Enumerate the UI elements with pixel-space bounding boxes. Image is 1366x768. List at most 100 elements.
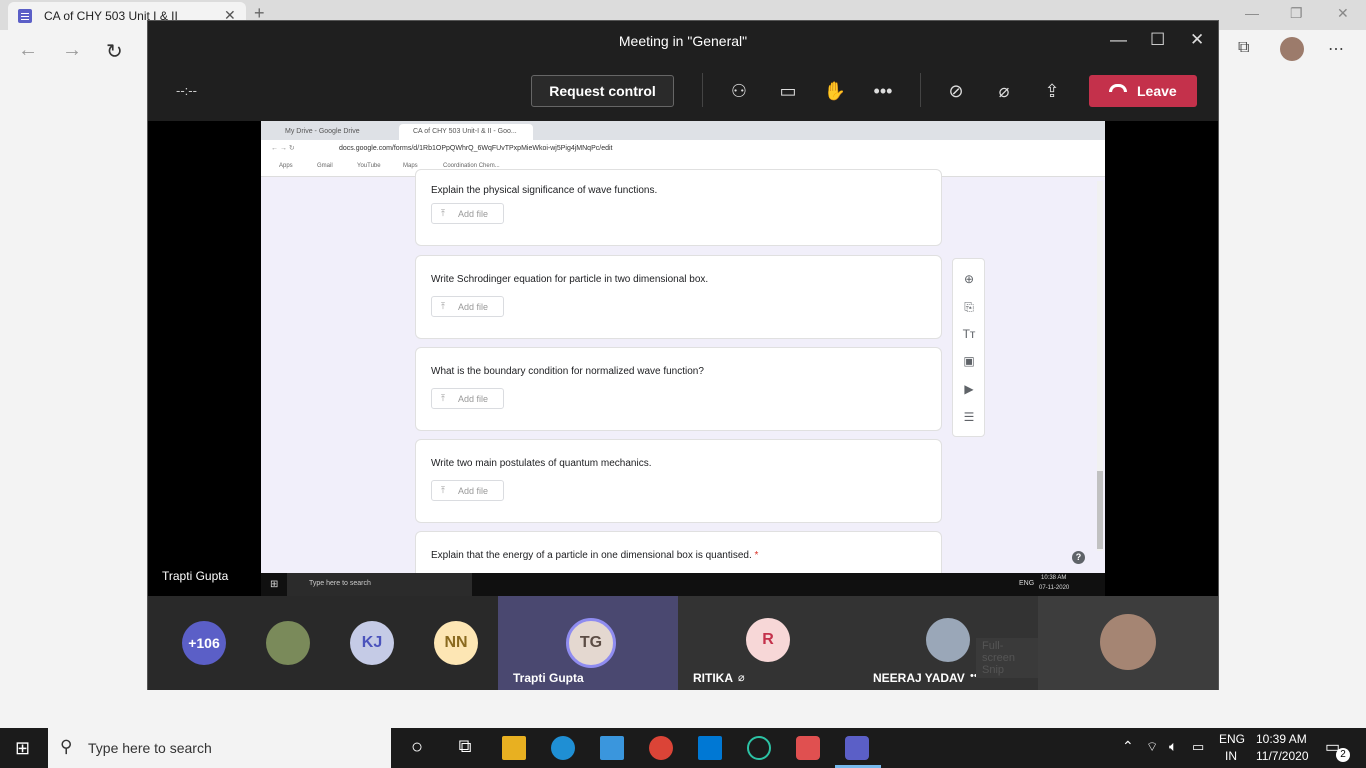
meeting-timer: --:-- xyxy=(176,83,197,98)
notification-count: 2 xyxy=(1336,748,1350,762)
question-card: What is the boundary condition for norma… xyxy=(415,347,942,431)
snip-icon[interactable] xyxy=(796,736,820,760)
store-icon[interactable] xyxy=(600,736,624,760)
shared-tab-label: CA of CHY 503 Unit-I & II - Goo... xyxy=(413,128,517,135)
minimize-icon[interactable]: — xyxy=(1110,30,1127,50)
add-video-icon: ▶ xyxy=(964,382,974,396)
question-text: Explain the physical significance of wav… xyxy=(431,185,658,196)
share-screen-icon[interactable]: ⇪ xyxy=(1040,79,1064,103)
file-explorer-icon[interactable] xyxy=(502,736,526,760)
question-card: Write two main postulates of quantum mec… xyxy=(415,439,942,523)
shared-browser-tabs: My Drive - Google Drive CA of CHY 503 Un… xyxy=(261,121,1105,140)
participant-tile-tg[interactable]: TG Trapti Gupta xyxy=(498,596,678,690)
mic-off-icon[interactable]: ⌀ xyxy=(992,79,1016,103)
participant-tile-r[interactable]: R RITIKA ⌀ xyxy=(678,596,858,690)
chrome-icon[interactable] xyxy=(649,736,673,760)
nav-arrows-icon: ← → ↻ xyxy=(271,145,295,152)
add-question-icon: ⊕ xyxy=(963,272,975,286)
presenter-name: Trapti Gupta xyxy=(162,569,229,583)
bookmark: Gmail xyxy=(317,163,333,169)
shared-scrollbar xyxy=(1097,181,1103,551)
question-text: What is the boundary condition for norma… xyxy=(431,366,704,377)
divider xyxy=(920,73,921,107)
edge-icon[interactable] xyxy=(551,736,575,760)
windows-start-icon[interactable]: ⊞ xyxy=(15,738,30,759)
chat-icon[interactable]: ▭ xyxy=(776,79,800,103)
back-icon[interactable]: ← xyxy=(18,39,38,62)
phone-icon xyxy=(1109,84,1127,92)
task-view-icon[interactable]: ⧉ xyxy=(453,736,477,760)
import-questions-icon: ⎘ xyxy=(964,300,974,314)
participant-name: RITIKA xyxy=(693,671,733,685)
participant-tile[interactable] xyxy=(1038,596,1218,690)
app-icon[interactable] xyxy=(747,736,771,760)
participants-strip: +106 KJ NN TG Trapti Gupta R RITIKA ⌀ NE… xyxy=(148,596,1218,690)
add-file-button: ⤒ Add file xyxy=(431,480,504,501)
wifi-icon[interactable]: ⌔ xyxy=(1146,739,1158,755)
add-image-icon: ▣ xyxy=(963,354,975,368)
participant-avatar-tg: TG xyxy=(566,618,616,668)
required-mark: * xyxy=(754,550,759,561)
shared-tab-drive: My Drive - Google Drive xyxy=(271,124,411,140)
windows-start-icon: ⊞ xyxy=(270,579,279,590)
bookmark: Maps xyxy=(403,163,418,169)
forward-icon[interactable]: → xyxy=(62,39,82,62)
leave-label: Leave xyxy=(1137,83,1177,99)
upload-icon: ⤒ xyxy=(441,485,445,495)
teams-icon[interactable] xyxy=(845,736,869,760)
mail-icon[interactable] xyxy=(698,736,722,760)
taskbar-lang2[interactable]: IN xyxy=(1225,749,1237,763)
question-text: Write two main postulates of quantum mec… xyxy=(431,458,652,469)
more-icon[interactable]: ⋯ xyxy=(1328,39,1344,59)
taskbar-time[interactable]: 10:39 AM xyxy=(1256,732,1307,746)
refresh-icon[interactable]: ↻ xyxy=(106,39,123,64)
close-icon[interactable]: ✕ xyxy=(1337,5,1349,22)
shared-tab-label: My Drive - Google Drive xyxy=(285,128,360,135)
close-icon[interactable]: ✕ xyxy=(1190,30,1204,50)
upload-icon: ⤒ xyxy=(441,208,445,218)
add-file-label: Add file xyxy=(458,209,489,219)
camera-off-icon[interactable]: ⊘ xyxy=(944,79,968,103)
participant-avatar-nn[interactable]: NN xyxy=(434,621,478,665)
add-file-label: Add file xyxy=(458,394,489,404)
taskbar-date[interactable]: 11/7/2020 xyxy=(1256,749,1309,763)
shared-lang: ENG xyxy=(1019,580,1035,587)
more-actions-icon[interactable]: ••• xyxy=(871,79,895,103)
volume-icon[interactable]: 🔈︎ xyxy=(1169,738,1177,755)
add-file-button: ⤒ Add file xyxy=(431,388,504,409)
taskbar-search[interactable]: ⚲ Type here to search xyxy=(48,728,391,768)
participants-icon[interactable]: ⚇ xyxy=(727,79,751,103)
overflow-participants[interactable]: +106 xyxy=(182,621,226,665)
meeting-title: Meeting in "General" xyxy=(618,33,748,49)
tray-chevron-icon[interactable]: ⌃ xyxy=(1122,738,1134,755)
mic-muted-icon: ⌀ xyxy=(738,672,745,684)
cortana-icon[interactable]: ○ xyxy=(405,736,429,760)
search-icon: ⚲ xyxy=(60,737,73,756)
restore-icon[interactable]: ❐ xyxy=(1290,5,1303,22)
request-control-button[interactable]: Request control xyxy=(531,75,674,107)
minimize-icon[interactable]: — xyxy=(1245,5,1259,21)
shared-url: docs.google.com/forms/d/1Rb1OPpQWhrQ_6Wq… xyxy=(339,145,613,152)
participant-avatar xyxy=(926,618,970,662)
teams-title-bar: Meeting in "General" — ☐ ✕ xyxy=(148,21,1218,61)
collections-icon[interactable]: ⧉ xyxy=(1238,39,1249,57)
participant-avatar xyxy=(1100,614,1156,670)
participant-tile-neeraj[interactable]: NEERAJ YADAV ••• Full-screen Snip xyxy=(858,596,1038,690)
taskbar-lang1[interactable]: ENG xyxy=(1219,732,1245,746)
maximize-icon[interactable]: ☐ xyxy=(1150,30,1165,50)
bookmark: Apps xyxy=(279,163,293,169)
shared-search-box: Type here to search xyxy=(287,573,472,596)
question-text: Explain that the energy of a particle in… xyxy=(431,550,758,561)
taskbar-search-placeholder: Type here to search xyxy=(88,740,212,756)
question-card: Write Schrodinger equation for particle … xyxy=(415,255,942,339)
leave-button[interactable]: Leave xyxy=(1089,75,1197,107)
battery-icon[interactable]: ▭ xyxy=(1192,739,1204,755)
divider xyxy=(702,73,703,107)
participant-name: Trapti Gupta xyxy=(513,671,584,685)
snip-overlay: Full-screen Snip xyxy=(976,638,1038,678)
participant-avatar-r: R xyxy=(746,618,790,662)
profile-avatar[interactable] xyxy=(1280,37,1304,61)
raise-hand-icon[interactable]: ✋ xyxy=(823,79,847,103)
participant-avatar[interactable] xyxy=(266,621,310,665)
participant-avatar-kj[interactable]: KJ xyxy=(350,621,394,665)
